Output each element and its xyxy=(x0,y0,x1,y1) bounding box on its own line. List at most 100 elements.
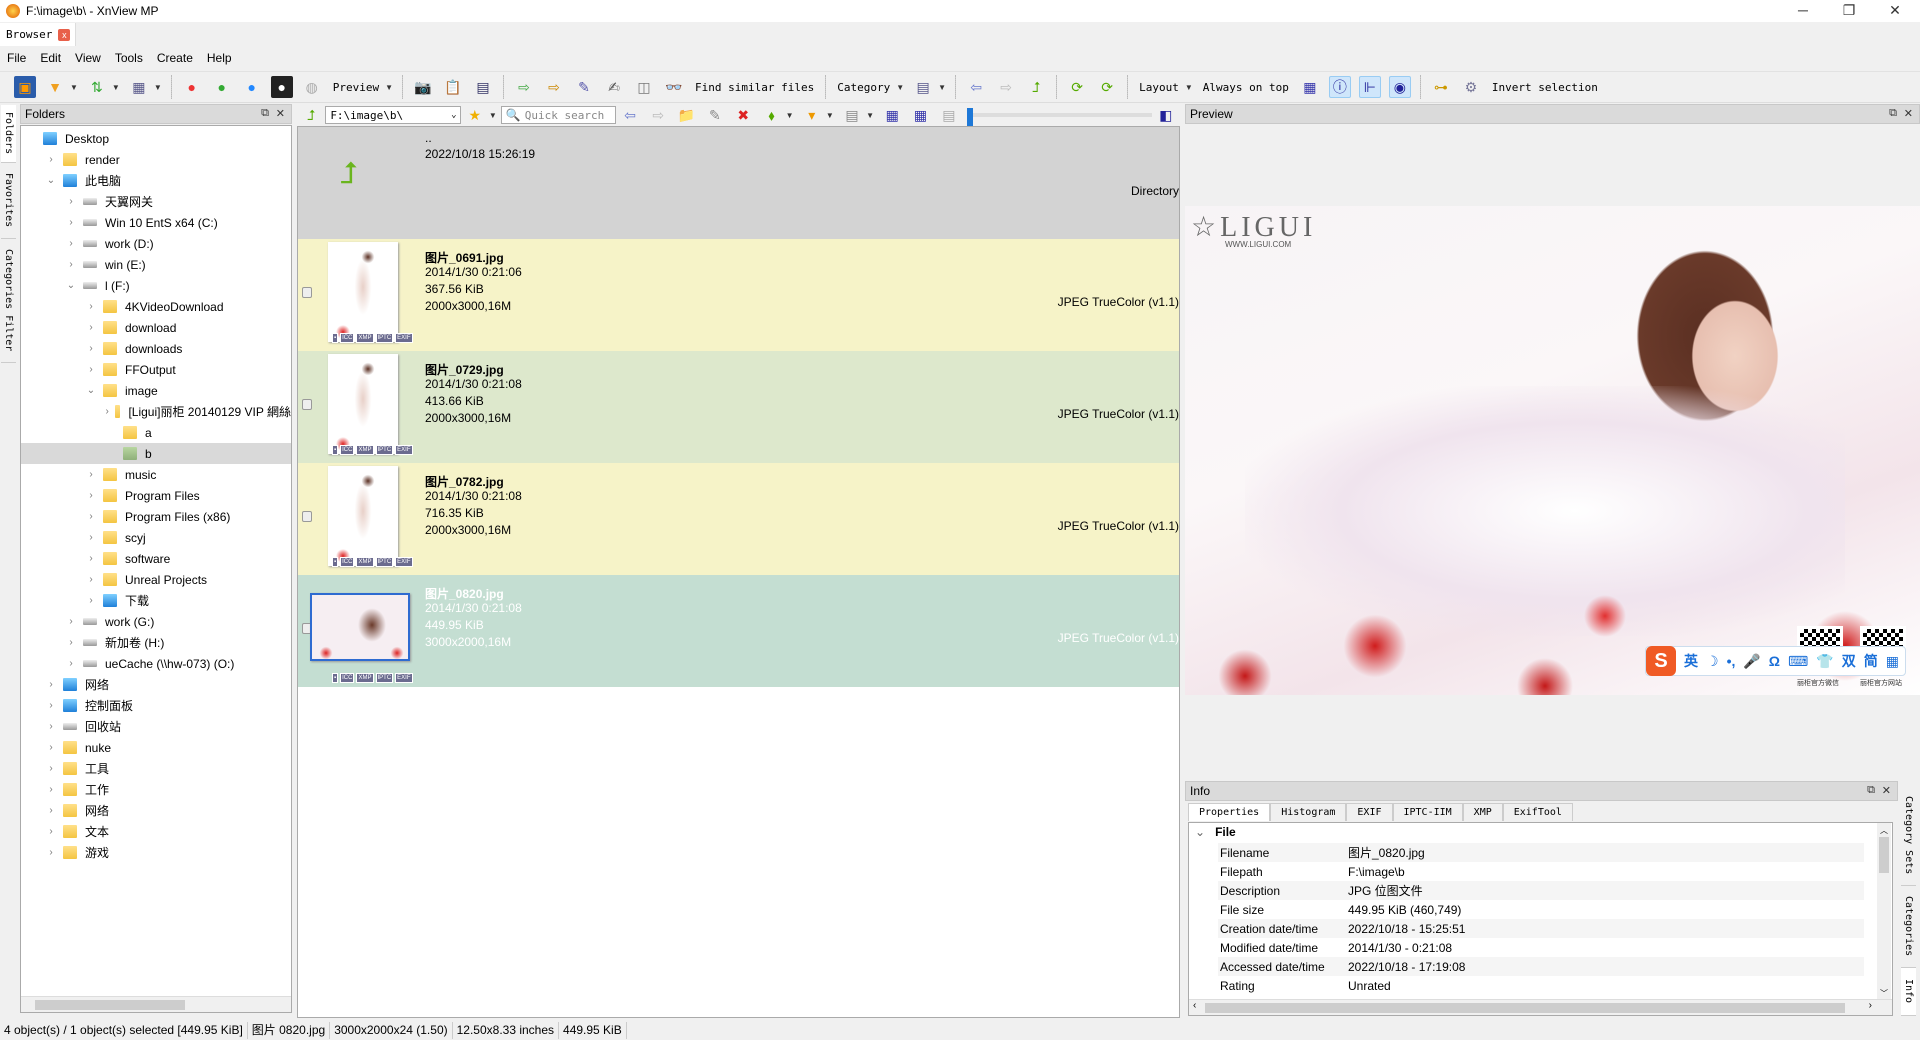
tab-iptc-iim[interactable]: IPTC-IIM xyxy=(1392,803,1463,821)
tree-item[interactable]: › Win 10 EntS x64 (C:) xyxy=(21,212,291,233)
chevron-down-icon[interactable]: ⌄ xyxy=(451,110,456,120)
tree-item[interactable]: › win (E:) xyxy=(21,254,291,275)
thumbnails-view-icon[interactable]: ▦ xyxy=(1299,76,1321,98)
sogou-logo-icon[interactable]: S xyxy=(1646,646,1676,676)
chevron-right-icon[interactable]: › xyxy=(45,154,57,165)
ime-toolbar[interactable]: S 英 ☽ •, 🎤 Ω ⌨ 👕 双简 ▦ xyxy=(1645,646,1906,676)
file-row[interactable]: ▪ ICC XMP IPTC EXIF 图片_0691.jpg 2014/1/30 0:21… xyxy=(298,239,1179,351)
chevron-right-icon[interactable]: › xyxy=(85,364,97,375)
select-checkbox[interactable] xyxy=(302,287,312,298)
chevron-right-icon[interactable]: › xyxy=(45,700,57,711)
ime-button-icon[interactable]: Ω xyxy=(1769,653,1780,669)
close-window-button[interactable]: ✕ xyxy=(1872,0,1918,22)
chevron-right-icon[interactable]: › xyxy=(85,511,97,522)
grayscale-icon[interactable]: ◍ xyxy=(301,76,323,98)
chevron-right-icon[interactable]: › xyxy=(45,847,57,858)
back-icon[interactable]: ⇦ xyxy=(965,76,987,98)
chevron-right-icon[interactable]: › xyxy=(85,574,97,585)
tab-browser[interactable]: Browser x xyxy=(0,23,76,46)
folder-tree-icon[interactable]: ⊶ xyxy=(1430,76,1452,98)
tree-item[interactable]: › downloads xyxy=(21,338,291,359)
list-options-icon[interactable]: ▤ xyxy=(842,104,862,126)
chevron-right-icon[interactable]: › xyxy=(85,322,97,333)
forward-icon[interactable]: ⇨ xyxy=(995,76,1017,98)
sort-icon[interactable]: ⇅ xyxy=(86,76,108,98)
menu-tools[interactable]: Tools xyxy=(108,48,150,68)
parent-directory-row[interactable]: ⮥ .. 2022/10/18 15:26:19 Directory xyxy=(298,127,1179,239)
up-folder-icon[interactable]: ⮥ xyxy=(1025,76,1047,98)
capture-icon[interactable]: 📷 xyxy=(412,76,434,98)
tree-item[interactable]: › work (G:) xyxy=(21,611,291,632)
tree-item[interactable]: › 网络 xyxy=(21,674,291,695)
tab-exiftool[interactable]: ExifTool xyxy=(1502,803,1573,821)
batch-rename-icon[interactable]: ✍ xyxy=(603,76,625,98)
tree-item[interactable]: › music xyxy=(21,464,291,485)
ime-button-icon[interactable]: ⌨ xyxy=(1788,653,1808,670)
chevron-right-icon[interactable]: › xyxy=(65,616,77,627)
close-panel-icon[interactable]: ✕ xyxy=(276,107,285,120)
tree-item[interactable]: ⌄ l (F:) xyxy=(21,275,291,296)
menu-edit[interactable]: Edit xyxy=(33,48,68,68)
ime-button-icon[interactable]: 简 xyxy=(1864,651,1878,671)
tab-properties[interactable]: Properties xyxy=(1188,803,1271,821)
sort-icon[interactable]: ⬧ xyxy=(761,104,781,126)
close-panel-icon[interactable]: ✕ xyxy=(1904,107,1913,120)
settings-gear-icon[interactable]: ⚙ xyxy=(1460,76,1482,98)
tab-close-icon[interactable]: x xyxy=(58,28,71,41)
chevron-down-icon[interactable]: ⌄ xyxy=(45,175,57,186)
chevron-right-icon[interactable]: › xyxy=(85,343,97,354)
ime-button-icon[interactable]: 👕 xyxy=(1816,653,1833,670)
info-toggle-icon[interactable]: ⓘ xyxy=(1328,76,1351,98)
chevron-down-icon[interactable]: ⌄ xyxy=(65,280,77,291)
chevron-right-icon[interactable]: › xyxy=(45,721,57,732)
tree-item[interactable]: › 游戏 xyxy=(21,842,291,863)
file-thumbnail[interactable] xyxy=(328,354,398,454)
tree-item[interactable]: › ueCache (\\hw-073) (O:) xyxy=(21,653,291,674)
ime-button-icon[interactable]: ▦ xyxy=(1886,653,1899,670)
tree-item[interactable]: › 控制面板 xyxy=(21,695,291,716)
float-panel-icon[interactable]: ⧉ xyxy=(1889,107,1897,120)
close-panel-icon[interactable]: ✕ xyxy=(1882,784,1891,797)
chevron-down-icon[interactable]: ⌄ xyxy=(85,385,97,396)
file-row[interactable]: ▪ ICC XMP IPTC EXIF 图片_0820.jpg 2014/1/30 0:21… xyxy=(298,575,1179,687)
chevron-right-icon[interactable]: › xyxy=(105,406,109,417)
tree-item[interactable]: › Program Files (x86) xyxy=(21,506,291,527)
rename-icon[interactable]: ✎ xyxy=(705,104,725,126)
path-combobox[interactable]: F:\image\b\ ⌄ xyxy=(325,106,461,124)
category-dropdown[interactable]: Category xyxy=(837,81,890,94)
chevron-right-icon[interactable]: › xyxy=(45,679,57,690)
menu-file[interactable]: File xyxy=(0,48,33,68)
chevron-right-icon[interactable]: › xyxy=(65,217,77,228)
refresh-icon[interactable]: ⟳ xyxy=(1066,76,1088,98)
tree-item[interactable]: ⌄ 此电脑 xyxy=(21,170,291,191)
blue-channel-icon[interactable]: ● xyxy=(241,76,263,98)
tree-item[interactable]: › scyj xyxy=(21,527,291,548)
horizontal-scrollbar[interactable] xyxy=(21,996,291,1012)
details-icon[interactable]: ▤ xyxy=(939,104,959,126)
tree-item[interactable]: › 下载 xyxy=(21,590,291,611)
back-icon[interactable]: ⇦ xyxy=(620,104,640,126)
tab-exif[interactable]: EXIF xyxy=(1346,803,1393,821)
filter-icon[interactable]: ▾ xyxy=(802,104,822,126)
alpha-channel-icon[interactable]: ● xyxy=(270,76,293,98)
fit-icon[interactable]: ◧ xyxy=(1156,104,1176,126)
tree-item[interactable]: Desktop xyxy=(21,128,291,149)
file-thumbnail[interactable] xyxy=(328,242,398,342)
chevron-down-icon[interactable]: ⌄ xyxy=(1195,825,1205,839)
preview-toggle-icon[interactable]: ◉ xyxy=(1388,76,1411,98)
chevron-right-icon[interactable]: › xyxy=(65,238,77,249)
side-tab-info[interactable]: Info xyxy=(1901,968,1916,1016)
tree-item[interactable]: › 天翼网关 xyxy=(21,191,291,212)
chevron-right-icon[interactable]: › xyxy=(45,805,57,816)
chevron-right-icon[interactable]: › xyxy=(65,259,77,270)
vertical-scrollbar[interactable]: ︿ ﹀ xyxy=(1877,823,1891,1001)
category-set-icon[interactable]: ▤ xyxy=(912,76,934,98)
always-on-top-button[interactable]: Always on top xyxy=(1203,81,1289,94)
move-to-icon[interactable]: ⇨ xyxy=(543,76,565,98)
select-checkbox[interactable] xyxy=(302,511,312,522)
ime-button-icon[interactable]: 🎤 xyxy=(1743,653,1760,670)
side-tab-categories[interactable]: Categories xyxy=(1901,886,1916,968)
chevron-right-icon[interactable]: › xyxy=(45,763,57,774)
file-thumbnail[interactable] xyxy=(328,466,398,566)
clipboard-icon[interactable]: 📋 xyxy=(442,76,464,98)
